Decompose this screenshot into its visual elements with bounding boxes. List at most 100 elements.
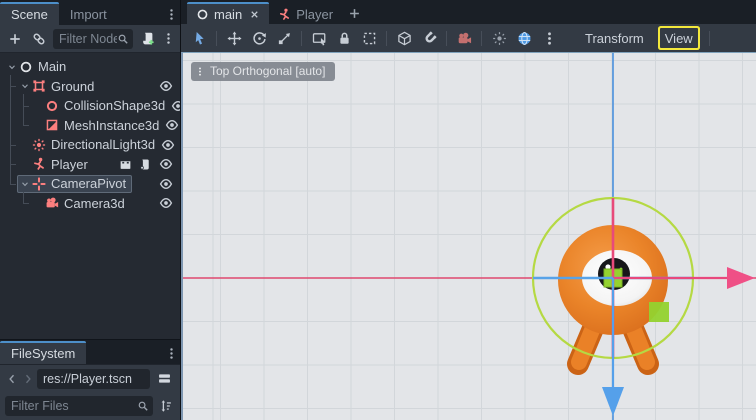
tree-item-label: CollisionShape3d xyxy=(64,98,165,113)
scene-tab-player-label: Player xyxy=(296,7,333,22)
preview-environment-icon[interactable] xyxy=(512,27,536,49)
use-snap-icon[interactable] xyxy=(417,27,441,49)
tree-item-label: DirectionalLight3d xyxy=(51,137,155,152)
expand-chevron-icon[interactable] xyxy=(6,62,18,72)
filesystem-tabbar: FileSystem xyxy=(0,339,180,364)
expand-chevron-icon[interactable] xyxy=(19,81,31,91)
filter-files-input[interactable] xyxy=(11,399,137,413)
gizmo-plane-handle xyxy=(649,302,669,322)
current-path-field[interactable] xyxy=(37,369,150,389)
scene-tabbar: main Player xyxy=(181,0,756,24)
select-tool-icon[interactable] xyxy=(187,27,211,49)
scene-tab-player[interactable]: Player xyxy=(269,2,342,24)
viewport-view-label[interactable]: Top Orthogonal [auto] xyxy=(191,62,335,81)
visibility-eye-icon[interactable] xyxy=(171,99,180,113)
tree-row-ground[interactable]: Ground xyxy=(0,77,180,97)
current-path-input[interactable] xyxy=(43,372,146,386)
instance-scene-icon[interactable] xyxy=(29,29,49,49)
filter-nodes-input[interactable] xyxy=(59,32,117,46)
player-node-icon xyxy=(31,157,46,172)
script-badge-icon[interactable] xyxy=(138,158,151,171)
new-scene-tab-icon[interactable] xyxy=(342,2,366,24)
tab-import-label: Import xyxy=(70,7,107,22)
tab-import[interactable]: Import xyxy=(59,2,118,25)
scene-tree-menu-icon[interactable] xyxy=(161,29,175,49)
row-badges xyxy=(119,158,151,171)
rotate-tool-icon[interactable] xyxy=(247,27,271,49)
close-tab-icon[interactable] xyxy=(249,9,260,20)
use-local-space-icon[interactable] xyxy=(392,27,416,49)
view-options-icon[interactable] xyxy=(537,27,561,49)
filesystem-menu-icon[interactable] xyxy=(162,342,180,364)
tree-row-player[interactable]: Player xyxy=(0,155,180,175)
filesystem-nav xyxy=(0,364,180,392)
left-dock: Scene Import MainGroundCollisionShape3dM… xyxy=(0,0,181,420)
visibility-eye-icon[interactable] xyxy=(159,196,173,210)
camera-node-icon xyxy=(44,196,59,211)
scale-tool-icon[interactable] xyxy=(272,27,296,49)
move-tool-icon[interactable] xyxy=(222,27,246,49)
transform-menu[interactable]: Transform xyxy=(576,28,653,48)
scene-dock-menu-icon[interactable] xyxy=(162,3,180,25)
node-node-icon xyxy=(18,59,33,74)
visibility-eye-icon[interactable] xyxy=(159,177,173,191)
history-back-icon[interactable] xyxy=(5,373,18,385)
scene-tab-main-label: main xyxy=(214,7,242,22)
movie-badge-icon[interactable] xyxy=(119,158,132,171)
tree-row-directionallight3d[interactable]: DirectionalLight3d xyxy=(0,135,180,155)
tree-row-camerapivot[interactable]: CameraPivot xyxy=(0,174,180,194)
tree-item-label: Ground xyxy=(51,79,94,94)
scene-root-node-icon xyxy=(196,8,209,21)
marker-node-icon xyxy=(31,176,46,191)
tree-item-label: Main xyxy=(38,59,66,74)
visibility-eye-icon[interactable] xyxy=(161,138,175,152)
viewport-view-label-text: Top Orthogonal [auto] xyxy=(210,64,325,78)
player-node-icon xyxy=(278,8,291,21)
godot-editor-window: Scene Import MainGroundCollisionShape3dM… xyxy=(0,0,756,420)
tab-scene[interactable]: Scene xyxy=(0,2,59,25)
viewport-menu-icon[interactable] xyxy=(195,66,205,77)
visibility-eye-icon[interactable] xyxy=(159,79,173,93)
scene-dock-tabbar: Scene Import xyxy=(0,0,180,25)
static-body-node-icon xyxy=(31,79,46,94)
filter-nodes-field[interactable] xyxy=(53,29,133,49)
mesh-instance-node-icon xyxy=(44,118,59,133)
visibility-eye-icon[interactable] xyxy=(165,118,179,132)
tab-filesystem[interactable]: FileSystem xyxy=(0,341,86,364)
viewport-gizmo-overlay xyxy=(183,53,756,420)
collision-shape-node-icon xyxy=(44,98,59,113)
lock-selected-icon[interactable] xyxy=(332,27,356,49)
file-sort-icon[interactable] xyxy=(157,396,175,416)
gizmo-z-move-arrow xyxy=(602,387,624,416)
preview-sunlight-icon[interactable] xyxy=(487,27,511,49)
search-icon xyxy=(117,33,129,45)
filter-files-field[interactable] xyxy=(5,396,153,416)
history-forward-icon[interactable] xyxy=(21,373,34,385)
search-icon xyxy=(137,400,149,412)
3d-viewport[interactable]: Top Orthogonal [auto] xyxy=(181,52,756,420)
attach-script-icon[interactable] xyxy=(137,29,157,49)
view-menu[interactable]: View xyxy=(660,28,698,48)
gizmo-x-move-arrow xyxy=(727,267,755,289)
tree-item-label: Camera3d xyxy=(64,196,125,211)
tab-filesystem-label: FileSystem xyxy=(11,346,75,361)
scene-dock-toolbar xyxy=(0,25,180,53)
tree-item-label: CameraPivot xyxy=(51,176,126,191)
scene-tab-main[interactable]: main xyxy=(187,2,269,24)
expand-chevron-icon[interactable] xyxy=(19,179,31,189)
visibility-eye-icon[interactable] xyxy=(159,157,173,171)
tab-scene-label: Scene xyxy=(11,7,48,22)
list-select-tool-icon[interactable] xyxy=(307,27,331,49)
viewport-toolbar: Transform View xyxy=(181,24,756,52)
main-area: main Player Transform View xyxy=(181,0,756,420)
add-node-icon[interactable] xyxy=(5,29,25,49)
tree-row-main[interactable]: Main xyxy=(0,57,180,77)
filesystem-filter-row xyxy=(0,392,180,420)
tree-item-label: Player xyxy=(51,157,88,172)
scene-tree: Main Ground CollisionShape3d MeshInstance3d… xyxy=(0,53,180,339)
directional-light-node-icon xyxy=(31,137,46,152)
group-selected-icon[interactable] xyxy=(357,27,381,49)
toggle-split-mode-icon[interactable] xyxy=(153,369,175,389)
camera-override-icon[interactable] xyxy=(452,27,476,49)
tree-item-label: MeshInstance3d xyxy=(64,118,159,133)
